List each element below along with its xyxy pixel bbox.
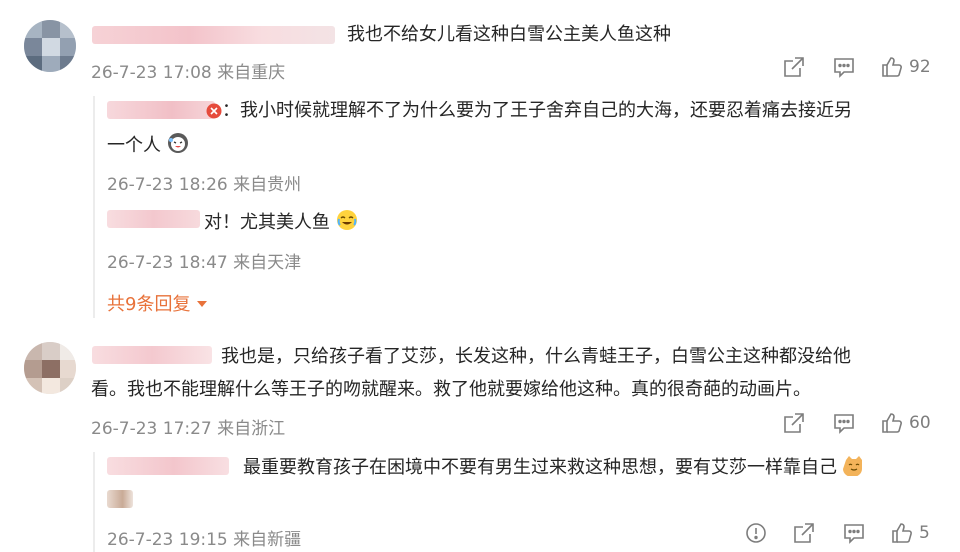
reply-meta: 26-7-23 18:47 来自天津 [107, 253, 302, 273]
reply-thread-line [93, 452, 95, 552]
reply-text-line: 最重要教育孩子在困境中不要有男生过来救这种思想，要有艾莎一样靠自己 [243, 451, 865, 484]
reply-meta: 26-7-23 18:26 来自贵州 [107, 175, 302, 195]
reply-text: 对！尤其美人鱼 [204, 212, 330, 233]
caret-down-icon [197, 301, 208, 307]
reply-text: 一个人 [107, 135, 161, 156]
comment-meta: 26-7-23 17:27 来自浙江 [91, 419, 286, 439]
share-icon [784, 413, 804, 433]
comment-actions: 92 [783, 56, 931, 78]
comment-actions: 60 [783, 412, 931, 434]
share-button[interactable] [783, 56, 805, 78]
reply-text-line1: ：我小时候就理解不了为什么要为了王子舍弃自己的大海，还要忍着痛去接近另 [222, 100, 852, 121]
report-icon [746, 523, 766, 543]
reply-meta: 26-7-23 19:15 来自新疆 [107, 530, 302, 550]
reply-text-line2: 一个人 [107, 129, 189, 162]
comment-meta: 26-7-23 17:08 来自重庆 [91, 63, 286, 83]
like-count: 60 [909, 413, 931, 433]
like-button[interactable]: 5 [891, 522, 930, 544]
username-blurred[interactable] [107, 101, 215, 119]
attachment-thumbnail-blurred[interactable] [107, 490, 133, 508]
laughing-emoji [167, 133, 188, 153]
like-icon [882, 57, 902, 77]
more-replies-label: 共9条回复 [107, 294, 191, 315]
cat-emoji [842, 456, 862, 476]
comment-icon [834, 414, 854, 434]
username-blurred[interactable] [107, 457, 229, 475]
username-blurred[interactable] [92, 346, 212, 364]
like-icon [882, 413, 902, 433]
reply-actions: 5 [745, 522, 930, 544]
share-button[interactable] [783, 412, 805, 434]
reply-text-line: 对！尤其美人鱼 [204, 206, 358, 239]
more-replies-link[interactable]: 共9条回复 [107, 290, 208, 316]
share-icon [794, 523, 814, 543]
comment-text-line2: 看。我也不能理解什么等王子的吻就醒来。救了他就要嫁给他这种。真的很奇葩的动画片。 [91, 379, 811, 400]
comment-text: 我也不给女儿看这种白雪公主美人鱼这种 [347, 24, 671, 45]
comment-button[interactable] [833, 412, 855, 434]
reply-text: 最重要教育孩子在困境中不要有男生过来救这种思想，要有艾莎一样靠自己 [243, 457, 837, 478]
like-count: 5 [919, 523, 930, 543]
like-button[interactable]: 92 [881, 56, 931, 78]
avatar[interactable] [24, 342, 76, 394]
comment-text-line1: 我也是，只给孩子看了艾莎，长发这种，什么青蛙王子，白雪公主这种都没给他 [221, 346, 851, 367]
comment-icon [834, 58, 854, 78]
share-button[interactable] [793, 522, 815, 544]
crying-laugh-emoji [336, 210, 357, 230]
comment-icon [844, 524, 864, 544]
username-blurred[interactable] [92, 26, 335, 44]
comment-button[interactable] [843, 522, 865, 544]
reply-thread-line [93, 96, 95, 318]
avatar[interactable] [24, 20, 76, 72]
like-icon [892, 523, 912, 543]
verified-badge-icon [206, 103, 222, 119]
comment-button[interactable] [833, 56, 855, 78]
share-icon [784, 57, 804, 77]
like-count: 92 [909, 57, 931, 77]
like-button[interactable]: 60 [881, 412, 931, 434]
username-blurred[interactable] [107, 210, 200, 228]
report-button[interactable] [745, 522, 767, 544]
